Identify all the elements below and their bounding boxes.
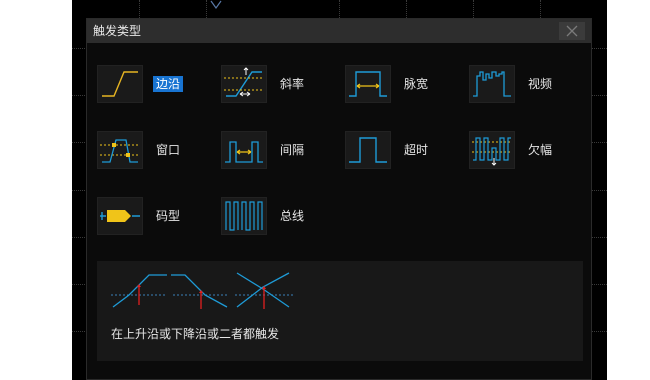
trigger-type-label: 边沿	[153, 76, 184, 92]
trigger-type-edge[interactable]: 边沿	[97, 65, 207, 105]
close-icon	[566, 25, 578, 37]
trigger-type-label: 码型	[156, 209, 181, 223]
close-button[interactable]	[559, 22, 585, 40]
bus-trigger-icon	[221, 197, 267, 235]
trigger-type-pattern[interactable]: 码型	[97, 197, 207, 237]
video-trigger-icon	[469, 65, 515, 103]
trigger-type-label: 间隔	[280, 143, 305, 157]
falling-edge-icon	[171, 274, 229, 309]
trigger-type-bus[interactable]: 总线	[221, 197, 331, 237]
edge-illustrations	[111, 272, 293, 309]
runt-trigger-icon	[469, 131, 515, 169]
either-edge-icon	[235, 272, 293, 309]
window-trigger-icon	[97, 131, 143, 169]
slope-trigger-icon	[221, 65, 267, 103]
trigger-type-video[interactable]: 视频	[469, 65, 579, 105]
trigger-type-label: 欠幅	[528, 143, 553, 157]
trigger-type-window[interactable]: 窗口	[97, 131, 207, 171]
trigger-type-runt[interactable]: 欠幅	[469, 131, 579, 171]
trigger-type-pulse[interactable]: 脉宽	[345, 65, 455, 105]
dialog-title: 触发类型	[93, 24, 142, 38]
timeout-trigger-icon	[345, 131, 391, 169]
trigger-position-icon	[210, 0, 222, 10]
pattern-trigger-icon	[97, 197, 143, 235]
trigger-type-label: 超时	[404, 143, 429, 157]
trigger-type-label: 总线	[280, 209, 305, 223]
edge-trigger-icon	[97, 65, 143, 103]
trigger-type-dialog: 触发类型 边沿 斜率 脉宽 视频 窗口 间隔 超时 欠幅 码型 总线 在上升沿或…	[86, 18, 592, 380]
trigger-type-label: 脉宽	[404, 77, 429, 91]
trigger-type-label: 视频	[528, 77, 553, 91]
trigger-type-interval[interactable]: 间隔	[221, 131, 331, 171]
trigger-type-slope[interactable]: 斜率	[221, 65, 331, 105]
trigger-type-timeout[interactable]: 超时	[345, 131, 455, 171]
trigger-description-panel: 在上升沿或下降沿或二者都触发	[97, 261, 583, 361]
trigger-type-label: 窗口	[156, 143, 181, 157]
trigger-description-text: 在上升沿或下降沿或二者都触发	[111, 327, 280, 341]
pulse-width-trigger-icon	[345, 65, 391, 103]
trigger-type-label: 斜率	[280, 77, 305, 91]
rising-edge-icon	[111, 274, 167, 308]
interval-trigger-icon	[221, 131, 267, 169]
dialog-titlebar: 触发类型	[87, 19, 591, 43]
